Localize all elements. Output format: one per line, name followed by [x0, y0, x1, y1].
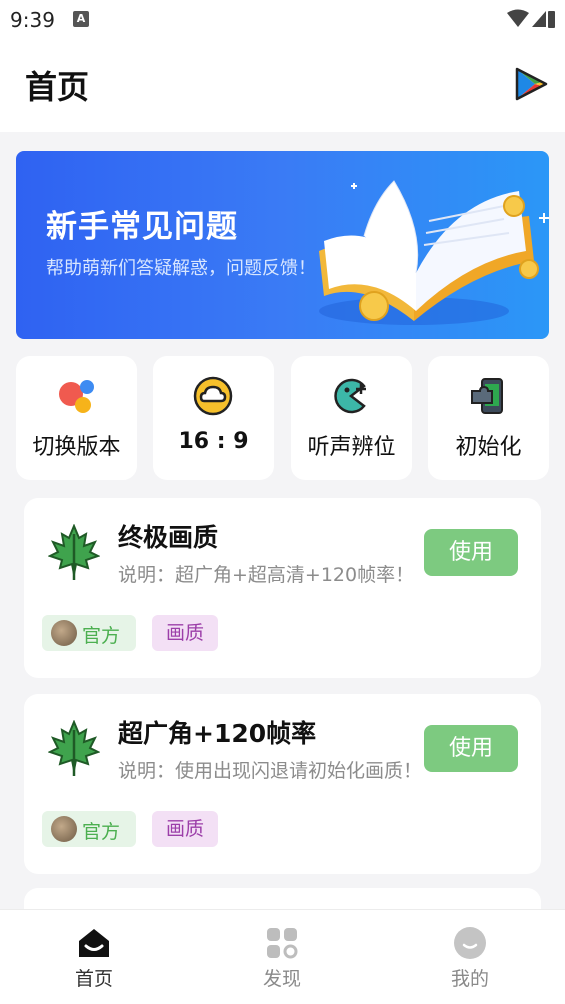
card-title: 终极画质 — [118, 523, 219, 552]
official-tag-label: 官方 — [82, 821, 121, 843]
card-description: 说明：使用出现闪退请初始化画质！ — [118, 760, 423, 782]
shortcut-label: 初始化 — [455, 435, 522, 460]
shortcut-label: 切换版本 — [32, 435, 121, 460]
switch-version-icon — [59, 380, 94, 413]
cloud-icon — [193, 376, 233, 416]
official-tag: 官方 — [42, 811, 136, 847]
nav-label: 首页 — [74, 968, 113, 990]
shortcut-label: 听声辨位 — [307, 435, 396, 460]
nav-item-discover[interactable]: 发现 — [188, 910, 376, 1004]
status-bar: 9:39 A — [0, 0, 565, 40]
battery-icon — [548, 11, 555, 28]
official-tag: 官方 — [42, 615, 136, 651]
open-book-icon — [319, 180, 549, 325]
use-button[interactable]: 使用 — [424, 529, 518, 576]
nav-item-me[interactable]: 我的 — [376, 910, 564, 1004]
shortcut-label: 16 : 9 — [178, 429, 249, 454]
avatar — [51, 816, 77, 842]
sound-locate-icon — [334, 378, 366, 414]
nav-label: 我的 — [450, 968, 489, 990]
config-card[interactable]: 终极画质 说明：超广角+超高清+120帧率！ 使用 官方 画质 — [24, 498, 541, 678]
official-tag-label: 官方 — [82, 625, 121, 647]
status-time: 9:39 — [10, 8, 55, 32]
status-system-icons — [507, 9, 555, 28]
shortcut-init[interactable]: 初始化 — [428, 356, 549, 480]
nav-label: 发现 — [262, 968, 301, 990]
wifi-icon — [507, 9, 529, 27]
card-description: 说明：超广角+超高清+120帧率！ — [118, 564, 415, 586]
quality-tag: 画质 — [152, 615, 218, 651]
nav-item-home[interactable]: 首页 — [0, 910, 188, 1004]
home-icon — [79, 929, 109, 957]
maple-leaf-icon — [48, 720, 100, 776]
maple-leaf-icon — [48, 524, 100, 580]
grid-icon — [267, 928, 298, 959]
banner-subtitle: 帮助萌新们答疑解惑，问题反馈！ — [46, 258, 316, 279]
use-button[interactable]: 使用 — [424, 725, 518, 772]
page-title: 首页 — [25, 68, 90, 106]
smile-face-icon — [454, 927, 486, 959]
puzzle-phone-icon — [471, 378, 503, 414]
shortcut-16-9[interactable]: 16 : 9 — [153, 356, 274, 480]
card-title: 超广角+120帧率 — [118, 719, 317, 748]
shortcut-switch-version[interactable]: 切换版本 — [16, 356, 137, 480]
shortcut-sound-locate[interactable]: 听声辨位 — [291, 356, 412, 480]
app-header: 首页 — [0, 40, 565, 132]
quality-tag: 画质 — [152, 811, 218, 847]
config-card[interactable]: 超广角+120帧率 说明：使用出现闪退请初始化画质！ 使用 官方 画质 — [24, 694, 541, 874]
signal-icon — [532, 11, 546, 27]
faq-banner[interactable]: 新手常见问题 帮助萌新们答疑解惑，问题反馈！ — [16, 151, 549, 339]
avatar — [51, 620, 77, 646]
bottom-nav: 首页 发现 我的 — [0, 909, 565, 1004]
google-play-icon[interactable] — [512, 66, 548, 102]
notification-a-icon: A — [73, 11, 89, 27]
banner-title: 新手常见问题 — [46, 209, 238, 245]
